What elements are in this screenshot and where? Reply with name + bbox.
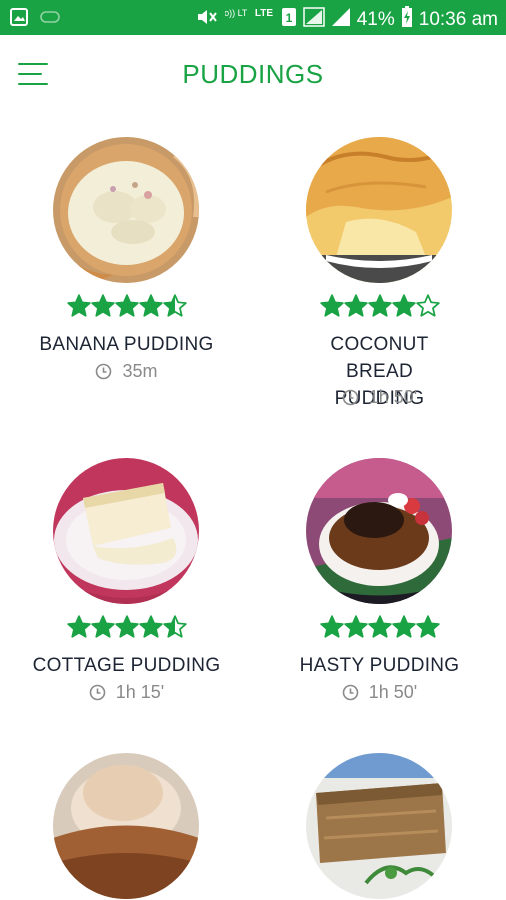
star-icon: [367, 615, 392, 638]
star-icon: [66, 615, 91, 638]
rating-stars: [0, 614, 253, 640]
rating-stars: [253, 614, 506, 640]
recipe-card[interactable]: HASTY PUDDING 1h 50': [253, 437, 506, 737]
app-bar: PUDDINGS: [0, 35, 506, 117]
recipe-name: BANANA PUDDING: [39, 334, 214, 355]
game-notification-icon: [40, 10, 60, 29]
recipe-card[interactable]: COCONUT BREAD PUDDING 1h 50': [253, 117, 506, 437]
star-icon: [319, 294, 344, 317]
recipe-photo: [306, 458, 452, 604]
star-icon: [367, 294, 392, 317]
cook-time-label: 35m: [122, 361, 158, 381]
battery-charging-icon: [401, 6, 413, 34]
clock-icon: [96, 363, 112, 380]
star-icon: [90, 615, 115, 638]
star-icon: [114, 294, 139, 317]
recipe-photo: [306, 753, 452, 899]
volte-icon: Vo)) LTE: [218, 6, 253, 34]
status-clock: 10:36 am: [418, 9, 498, 30]
star-icon: [319, 615, 344, 638]
lte-label: LTE: [255, 8, 273, 19]
cook-time-label: 1h 50': [368, 387, 418, 407]
cook-time-label: 1h 15': [115, 682, 165, 702]
star-icon: [138, 294, 163, 317]
cook-time: 1h 50': [253, 387, 506, 408]
gallery-notification-icon: [10, 8, 28, 31]
recipe-card[interactable]: COTTAGE PUDDING 1h 15': [0, 437, 253, 737]
recipe-photo: [53, 137, 199, 283]
clock-icon: [89, 684, 106, 701]
volte-label: Vo)) LTE: [225, 8, 247, 18]
rating-stars: [253, 293, 506, 319]
star-icon: [138, 615, 163, 638]
recipe-name: COTTAGE PUDDING: [32, 655, 221, 676]
star-icon: [415, 294, 440, 317]
recipe-photo: [306, 137, 452, 283]
star-icon: [162, 294, 187, 317]
lte-icon: LTE: [253, 6, 275, 34]
star-icon: [114, 615, 139, 638]
cook-time: 1h 50': [253, 682, 506, 703]
star-icon: [162, 615, 187, 638]
battery-percent: 41%: [356, 9, 395, 30]
clock-icon: [342, 684, 359, 701]
sim-label: 1: [285, 11, 292, 25]
star-icon: [391, 294, 416, 317]
mute-icon: [195, 7, 219, 33]
star-icon: [415, 615, 440, 638]
signal-icon: [302, 7, 325, 33]
cook-time-label: 1h 50': [368, 682, 418, 702]
recipe-name: HASTY PUDDING: [299, 655, 460, 676]
recipe-photo: [53, 753, 199, 899]
status-bar: Vo)) LTE LTE 1 41% 10:36 am: [0, 0, 506, 35]
star-icon: [343, 294, 368, 317]
cook-time: 1h 15': [0, 682, 253, 703]
recipe-photo: [53, 458, 199, 604]
sim-icon: 1: [281, 7, 297, 33]
recipe-card[interactable]: [0, 737, 253, 900]
rating-stars: [0, 293, 253, 319]
page-title: PUDDINGS: [182, 59, 324, 89]
star-icon: [343, 615, 368, 638]
signal-icon: [331, 7, 351, 33]
recipe-card[interactable]: BANANA PUDDING 35m: [0, 117, 253, 437]
star-icon: [391, 615, 416, 638]
star-icon: [66, 294, 91, 317]
star-icon: [90, 294, 115, 317]
clock-icon: [342, 389, 359, 406]
cook-time: 35m: [0, 361, 253, 382]
recipe-card[interactable]: [253, 737, 506, 900]
